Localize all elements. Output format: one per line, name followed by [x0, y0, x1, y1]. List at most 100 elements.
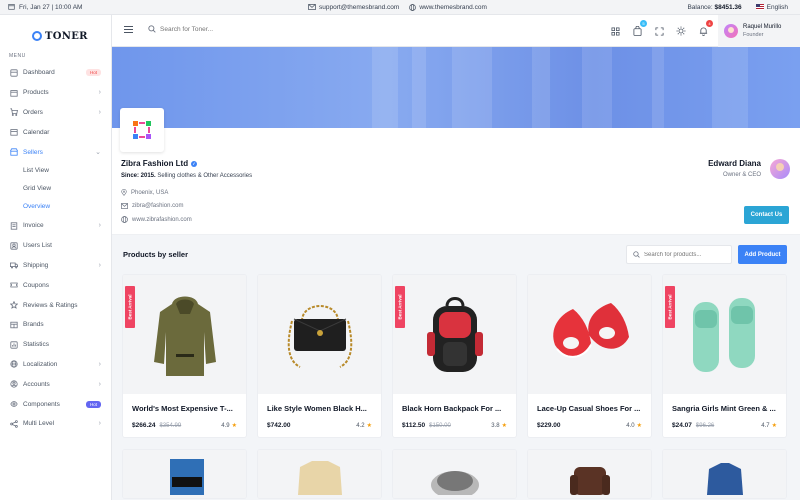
- mail-icon: [121, 203, 128, 209]
- product-name[interactable]: Lace-Up Casual Shoes For ...: [537, 404, 642, 413]
- product-name[interactable]: Like Style Women Black H...: [267, 404, 372, 413]
- statistics-icon: [9, 340, 18, 349]
- notifications-button[interactable]: 4: [698, 20, 713, 36]
- sidebar-item-calendar[interactable]: Calendar: [0, 122, 111, 142]
- sidebar-item-sellers[interactable]: Sellers ⌄: [0, 142, 111, 162]
- product-card[interactable]: [122, 449, 247, 499]
- product-card[interactable]: Lace-Up Casual Shoes For ... $229.00 4.0 ★: [527, 274, 652, 438]
- sidebar-item-orders[interactable]: Orders ›: [0, 103, 111, 123]
- product-image[interactable]: Best Arrival: [393, 275, 516, 394]
- product-image[interactable]: [528, 450, 651, 498]
- seller-email[interactable]: zibra@fashion.com: [121, 203, 183, 209]
- sidebar-item-statistics[interactable]: Statistics: [0, 335, 111, 355]
- product-card[interactable]: Best Arrival Sangria Girls Mint Green & .…: [662, 274, 787, 438]
- store-logo: [120, 108, 164, 152]
- sidebar-item-accounts[interactable]: Accounts ›: [0, 374, 111, 394]
- sidebar-subitem-overview[interactable]: Overview: [0, 198, 111, 216]
- sidebar-item-shipping[interactable]: Shipping ›: [0, 256, 111, 276]
- seller-website[interactable]: www.zibrafashion.com: [121, 216, 192, 223]
- product-rating: 4.2 ★: [356, 422, 372, 430]
- support-email[interactable]: support@themesbrand.com: [308, 4, 399, 11]
- product-image[interactable]: [663, 450, 786, 498]
- product-price: $112.50: [402, 422, 426, 429]
- product-old-price: $150.00: [429, 422, 451, 429]
- sidebar-item-products[interactable]: Products ›: [0, 83, 111, 103]
- chevron-down-icon: ⌄: [95, 149, 101, 157]
- sidebar-item-dashboard[interactable]: Dashboard Hot: [0, 63, 111, 83]
- sidebar-item-label: Dashboard: [23, 69, 55, 77]
- product-search[interactable]: [626, 245, 732, 264]
- cart-button[interactable]: 5: [632, 20, 647, 36]
- sidebar-subitem-grid-view[interactable]: Grid View: [0, 180, 111, 198]
- website-link[interactable]: www.themesbrand.com: [409, 4, 487, 11]
- product-old-price: $354.99: [159, 422, 182, 429]
- sidebar: TONER MENU Dashboard Hot Products › Orders › C…: [0, 15, 112, 500]
- product-card[interactable]: Like Style Women Black H... $742.00 4.2 ★: [257, 274, 382, 438]
- user-menu[interactable]: Raquel Murillo Founder: [718, 15, 800, 47]
- sidebar-item-label: Invoice: [23, 222, 44, 230]
- product-card[interactable]: [257, 449, 382, 499]
- share-icon: [9, 419, 18, 428]
- logo-icon: [32, 31, 42, 41]
- product-image[interactable]: Best Arrival: [663, 275, 786, 394]
- product-card[interactable]: [527, 449, 652, 499]
- sidebar-item-localization[interactable]: Localization ›: [0, 355, 111, 375]
- header: 5 4 Raquel Murillo Founder: [112, 15, 800, 47]
- sidebar-nav: Dashboard Hot Products › Orders › Calendar Sell…: [0, 63, 111, 434]
- apps-grid-icon[interactable]: [610, 26, 620, 36]
- product-card[interactable]: [662, 449, 787, 499]
- users-icon: [9, 241, 18, 250]
- product-search-input[interactable]: [644, 251, 730, 258]
- shipping-icon: [9, 261, 18, 270]
- seller-name: Zibra Fashion Ltd ✓: [121, 159, 198, 168]
- contact-us-button[interactable]: Contact Us: [744, 206, 789, 224]
- sidebar-subitem-list-view[interactable]: List View: [0, 162, 111, 180]
- product-name[interactable]: Sangria Girls Mint Green & ...: [672, 404, 777, 413]
- product-card[interactable]: Best Arrival Black Horn Backpack For ... $…: [392, 274, 517, 438]
- product-image[interactable]: [258, 275, 381, 394]
- star-icon: ★: [231, 423, 237, 429]
- product-card[interactable]: Best Arrival World's Most Expensive T-...…: [122, 274, 247, 438]
- owner-role: Owner & CEO: [722, 172, 761, 178]
- product-rating: 4.9 ★: [221, 422, 237, 430]
- sidebar-item-reviews-ratings[interactable]: Reviews & Ratings: [0, 295, 111, 315]
- product-image[interactable]: [258, 450, 381, 498]
- product-name[interactable]: World's Most Expensive T-...: [132, 404, 237, 413]
- verified-badge-icon: ✓: [191, 160, 198, 167]
- chevron-right-icon: ›: [98, 89, 101, 97]
- sidebar-item-users-list[interactable]: Users List: [0, 236, 111, 256]
- product-image[interactable]: [528, 275, 651, 394]
- sidebar-item-brands[interactable]: Brands: [0, 315, 111, 335]
- account-icon: [9, 380, 18, 389]
- add-product-button[interactable]: Add Product: [738, 245, 787, 264]
- product-rating: 3.8 ★: [491, 422, 507, 430]
- products-icon: [9, 88, 18, 97]
- theme-toggle-sun-icon[interactable]: [676, 26, 686, 36]
- product-image[interactable]: Best Arrival: [123, 275, 246, 394]
- fullscreen-icon[interactable]: [654, 26, 664, 36]
- brand-logo[interactable]: TONER: [0, 15, 111, 47]
- star-icon: ★: [501, 423, 507, 429]
- product-name[interactable]: Black Horn Backpack For ...: [402, 404, 507, 413]
- global-search[interactable]: [148, 25, 280, 33]
- sidebar-item-multi-level[interactable]: Multi Level ›: [0, 414, 111, 434]
- sidebar-item-label: Localization: [23, 360, 58, 368]
- sidebar-item-coupons[interactable]: Coupons: [0, 275, 111, 295]
- product-price: $229.00: [537, 422, 561, 429]
- sidebar-item-label: Brands: [23, 321, 44, 329]
- sidebar-item-components[interactable]: Components Hot: [0, 394, 111, 414]
- seller-cover-banner: [112, 47, 800, 128]
- seller-profile-card: Zibra Fashion Ltd ✓ Since: 2015. Selling…: [112, 108, 800, 235]
- us-flag-icon: [755, 4, 764, 10]
- menu-title: MENU: [9, 53, 26, 59]
- sidebar-item-invoice[interactable]: Invoice ›: [0, 216, 111, 236]
- sellers-icon: [9, 148, 18, 157]
- product-card[interactable]: [392, 449, 517, 499]
- language-selector[interactable]: English: [755, 4, 788, 11]
- search-input[interactable]: [160, 25, 280, 33]
- hamburger-icon[interactable]: [124, 26, 133, 35]
- product-image[interactable]: [393, 450, 516, 498]
- calendar-icon: [9, 128, 18, 137]
- product-image[interactable]: [123, 450, 246, 498]
- sidebar-item-label: Shipping: [23, 261, 49, 269]
